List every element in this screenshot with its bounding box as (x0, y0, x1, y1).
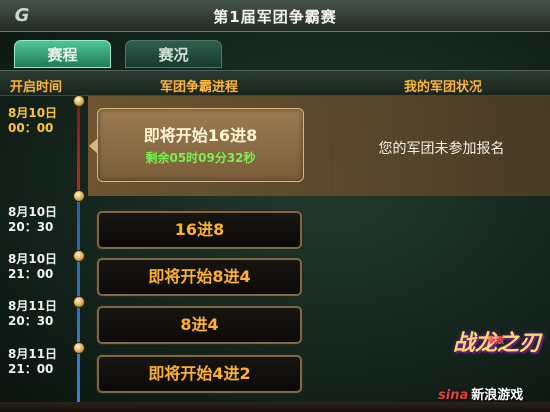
timeline-node (73, 250, 85, 262)
column-status-label: 我的军团状况 (404, 80, 483, 95)
current-stage-label: 即将开始16进8 (143, 126, 258, 145)
title-bar: G 第1届军团争霸赛 (0, 0, 550, 32)
schedule-date: 8月11日 (8, 299, 58, 313)
timeline-line-active (77, 100, 80, 196)
page-title: 第1届军团争霸赛 (213, 8, 337, 26)
timeline-node (73, 296, 85, 308)
watermark-text: 新浪游戏 (471, 388, 524, 403)
stage-button[interactable]: 16进8 (97, 211, 302, 249)
schedule-clock: 21：00 (8, 362, 54, 376)
schedule-date: 8月10日 (8, 205, 58, 219)
schedule-clock: 20：30 (8, 314, 54, 328)
stage-button[interactable]: 即将开始8进4 (97, 258, 302, 296)
schedule-clock: 20：30 (8, 220, 54, 234)
tab-schedule[interactable]: 赛程 (14, 40, 111, 68)
sina-logo-icon: sina (438, 388, 469, 403)
timeline-node (73, 95, 85, 107)
countdown-timer: 剩余05时09分32秒 (145, 151, 256, 165)
schedule-time: 8月11日 20：30 (8, 299, 57, 329)
schedule-clock: 00：00 (8, 121, 54, 135)
stage-button[interactable]: 即将开始4进2 (97, 355, 302, 393)
game-screen: G 第1届军团争霸赛 赛程 赛况 开启时间 军团争霸进程 我的军团状况 即将开始… (0, 0, 550, 412)
timeline-node (73, 190, 85, 202)
schedule-time: 8月11日 21：00 (8, 347, 57, 377)
guild-status-text: 您的军团未参加报名 (378, 141, 505, 157)
schedule-date: 8月10日 (8, 252, 58, 266)
column-time-label: 开启时间 (10, 80, 63, 95)
game-logo-badge: 新版 (488, 336, 504, 345)
tab-results[interactable]: 赛况 (125, 40, 222, 68)
current-stage-card[interactable]: 即将开始16进8 剩余05时09分32秒 (97, 108, 304, 182)
schedule-time: 8月10日 20：30 (8, 205, 57, 235)
column-progress-label: 军团争霸进程 (160, 80, 239, 95)
schedule-clock: 21：00 (8, 267, 54, 281)
schedule-time: 8月10日 00：00 (8, 106, 57, 136)
bottom-strip (0, 402, 550, 412)
schedule-date: 8月11日 (8, 347, 58, 361)
schedule-date: 8月10日 (8, 106, 58, 120)
schedule-time: 8月10日 21：00 (8, 252, 57, 282)
stage-button[interactable]: 8进4 (97, 306, 302, 344)
sina-watermark: sina 新浪游戏 (438, 384, 523, 403)
timeline-node (73, 342, 85, 354)
column-header: 开启时间 军团争霸进程 我的军团状况 (0, 70, 550, 96)
game-logo: 战龙之刃 (452, 331, 541, 356)
